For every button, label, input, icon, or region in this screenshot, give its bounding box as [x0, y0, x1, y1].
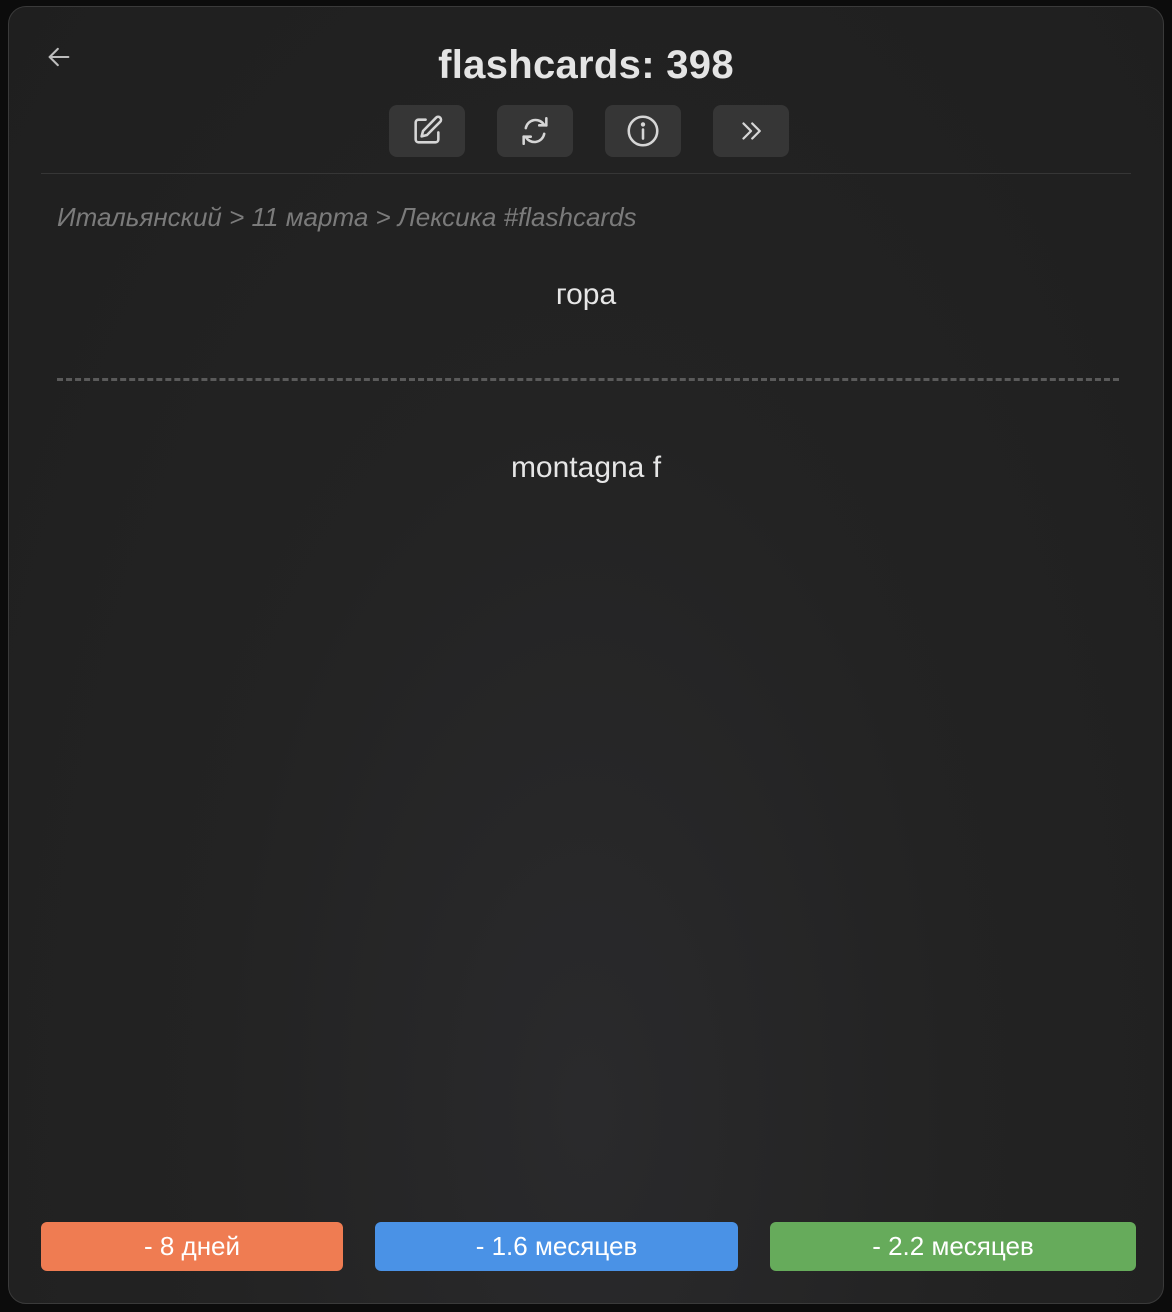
info-button[interactable]	[605, 105, 681, 157]
edit-button[interactable]	[389, 105, 465, 157]
header-divider	[41, 173, 1131, 174]
hard-button[interactable]: - 8 дней	[41, 1222, 343, 1271]
chevrons-right-icon	[736, 116, 766, 146]
easy-button[interactable]: - 2.2 месяцев	[770, 1222, 1136, 1271]
info-icon	[625, 113, 661, 149]
toolbar	[389, 105, 789, 157]
card-back: montagna f	[510, 451, 662, 484]
flashcard-review-modal: flashcards: 398 Итальянский > 11 марта >…	[8, 6, 1164, 1304]
skip-button[interactable]	[713, 105, 789, 157]
good-button[interactable]: - 1.6 месяцев	[375, 1222, 738, 1271]
card-divider	[57, 378, 1119, 381]
refresh-icon	[518, 114, 552, 148]
deck-title: flashcards: 398	[438, 43, 734, 87]
card-breadcrumb: Итальянский > 11 марта > Лексика #flashc…	[57, 202, 637, 232]
card-front: гора	[555, 278, 617, 311]
edit-icon	[410, 114, 444, 148]
reset-button[interactable]	[497, 105, 573, 157]
